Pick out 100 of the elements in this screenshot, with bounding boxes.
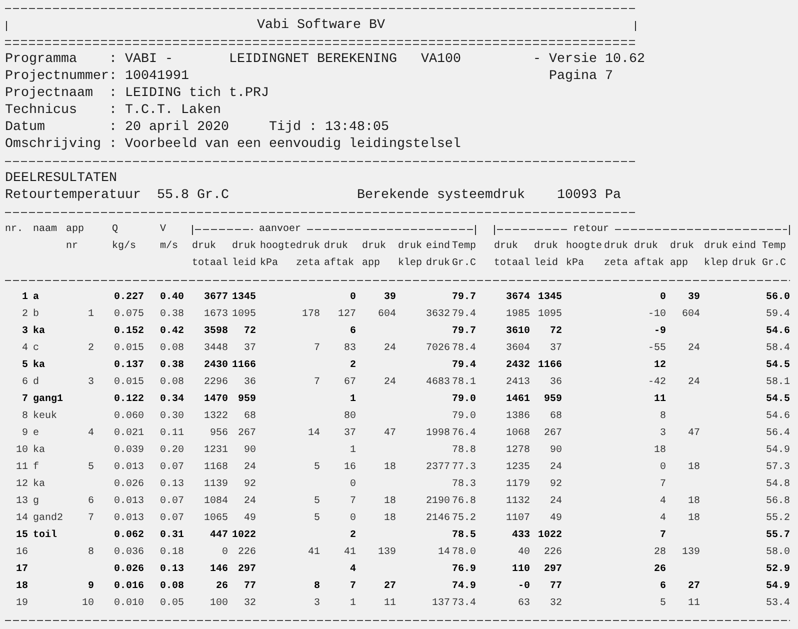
column-header: druk leid: [534, 240, 558, 271]
table-cell-text: 78.8: [452, 444, 476, 458]
table-cell-text: 41: [308, 546, 320, 560]
summary-value: 10093 Pa: [557, 187, 621, 204]
table-cell-text: 0: [350, 291, 356, 305]
table-cell-text: 8: [88, 546, 94, 560]
table-cell-text: 1: [350, 393, 356, 407]
table-cell-text: 76.9: [452, 563, 476, 577]
table-cell-text: 1998: [426, 427, 450, 441]
table-cell-text: 40: [518, 546, 530, 560]
column-header: nr.: [5, 223, 24, 237]
table-cell-text: 15: [16, 529, 28, 543]
table-cell-text: 5: [314, 512, 320, 526]
table-cell-text: 24: [550, 495, 562, 509]
table-cell-text: 75.2: [452, 512, 476, 526]
table-cell-text: 54.5: [766, 393, 790, 407]
column-header: druk totaal: [192, 240, 228, 271]
table-cell-text: 3: [660, 427, 666, 441]
table-cell-text: 54.9: [766, 580, 790, 594]
label-separator: :: [109, 136, 117, 153]
field-value: T.C.T. Laken: [125, 102, 221, 119]
table-cell-text: 0.08: [160, 376, 184, 390]
table-cell-text: 267: [544, 427, 562, 441]
table-cell-text: 7: [314, 376, 320, 390]
table-cell-text: 54.6: [766, 410, 790, 424]
field-label: Tijd: [269, 119, 301, 136]
table-cell-text: 3: [314, 597, 320, 611]
table-cell-text: 7: [660, 478, 666, 492]
table-cell-text: 7: [22, 393, 28, 407]
table-cell-text: 80: [344, 410, 356, 424]
table-cell-text: 1345: [538, 291, 562, 305]
field-value: 10.62: [605, 51, 645, 68]
section-title: DEELRESULTATEN: [5, 170, 117, 187]
table-cell-text: 0.060: [114, 410, 144, 424]
table-cell-text: 0.34: [160, 393, 184, 407]
table-cell-text: 9: [88, 580, 94, 594]
table-cell-text: 8: [22, 410, 28, 424]
table-cell-text: 3604: [506, 342, 530, 356]
table-cell-text: 18: [16, 580, 28, 594]
table-cell-text: 0.137: [114, 359, 144, 373]
table-cell-text: 24: [244, 461, 256, 475]
table-cell-text: 52.9: [766, 563, 790, 577]
table-cell-text: 0.036: [114, 546, 144, 560]
table-cell-text: 0.31: [160, 529, 184, 543]
table-cell-text: b: [33, 308, 40, 322]
table-cell-text: g: [33, 495, 40, 509]
table-cell-text: ka: [33, 358, 46, 373]
table-cell-text: 0.18: [160, 546, 184, 560]
table-cell-text: 5: [660, 597, 666, 611]
table-cell-text: 8: [660, 410, 666, 424]
table-cell-text: 47: [688, 427, 700, 441]
table-cell-text: 0.026: [114, 563, 144, 577]
table-cell-text: 0.016: [114, 580, 144, 594]
table-cell-text: 3448: [204, 342, 228, 356]
table-cell-text: 2413: [506, 376, 530, 390]
table-cell-text: 90: [244, 444, 256, 458]
table-cell-text: -10: [648, 308, 666, 322]
table-cell-text: 297: [238, 563, 256, 577]
table-cell-text: 7: [350, 495, 356, 509]
table-cell-text: 5: [88, 461, 94, 475]
column-header: eind druk: [732, 240, 756, 271]
table-cell-text: 1: [350, 444, 356, 458]
table-cell-text: 6: [88, 495, 94, 509]
table-cell-text: 79.7: [452, 291, 476, 305]
table-cell-text: 2190: [426, 495, 450, 509]
field-label: Pagina: [549, 68, 597, 85]
table-cell-text: 27: [384, 580, 396, 594]
column-header: hoogte kPa: [566, 240, 602, 271]
table-cell-text: 959: [238, 393, 256, 407]
table-cell-text: 1231: [204, 444, 228, 458]
table-cell-text: 79.7: [452, 325, 476, 339]
table-cell-text: 297: [544, 563, 562, 577]
table-cell-text: 110: [512, 563, 530, 577]
table-cell-text: 3632: [426, 308, 450, 322]
table-cell-text: 77: [550, 580, 562, 594]
table-cell-text: 55.2: [766, 512, 790, 526]
table-cell-text: 7: [88, 512, 94, 526]
table-cell-text: 2296: [204, 376, 228, 390]
table-cell-text: 58.1: [766, 376, 790, 390]
table-cell-text: 2: [88, 342, 94, 356]
field-value: 20 april 2020: [125, 119, 229, 136]
table-cell-text: 267: [238, 427, 256, 441]
table-cell-text: c: [33, 342, 40, 356]
table-cell-text: 8: [314, 580, 320, 594]
table-cell-text: 6: [660, 580, 666, 594]
table-cell-text: 4683: [426, 376, 450, 390]
table-cell-text: 0.42: [160, 325, 184, 339]
table-cell-text: 1345: [232, 291, 256, 305]
table-cell-text: 63: [518, 597, 530, 611]
table-cell-text: 1068: [506, 427, 530, 441]
table-cell-text: 72: [244, 325, 256, 339]
table-cell-text: 956: [210, 427, 228, 441]
table-cell-text: 14: [16, 512, 28, 526]
table-cell-text: 92: [550, 478, 562, 492]
table-cell-text: 18: [654, 444, 666, 458]
table-cell-text: 14: [438, 546, 450, 560]
table-cell-text: 68: [244, 410, 256, 424]
table-cell-text: 0: [660, 461, 666, 475]
table-cell-text: 13: [16, 495, 28, 509]
table-cell-text: 0.015: [114, 342, 144, 356]
